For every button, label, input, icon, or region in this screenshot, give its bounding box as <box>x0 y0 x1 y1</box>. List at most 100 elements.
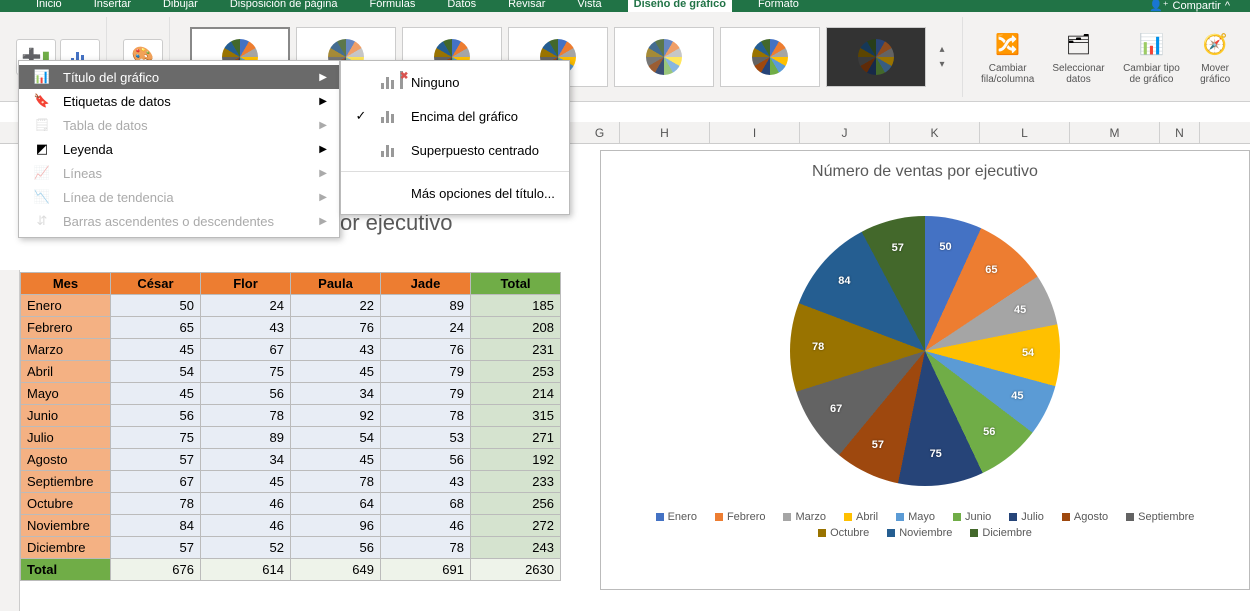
menu-item: 📈Líneas▶ <box>19 161 339 185</box>
table-row[interactable]: Enero50242289185 <box>21 295 561 317</box>
legend-swatch <box>844 513 852 521</box>
menu-item[interactable]: 🔖Etiquetas de datos▶ <box>19 89 339 113</box>
change-chart-type-button[interactable]: 📊 Cambiar tipo de gráfico <box>1115 25 1189 89</box>
chart-legend[interactable]: Enero Febrero Marzo Abril Mayo Junio Julio Agos… <box>601 501 1249 549</box>
change-type-icon: 📊 <box>1135 29 1167 61</box>
table-row[interactable]: Diciembre57525678243 <box>21 537 561 559</box>
move-chart-icon: 🧭 <box>1199 29 1231 61</box>
styles-scroll-down[interactable]: ▾ <box>939 59 944 70</box>
col-header-M[interactable]: M <box>1070 122 1160 143</box>
pie-data-label: 45 <box>1014 304 1026 316</box>
pie-plot-area[interactable]: 506545544556755767788457 <box>775 201 1075 501</box>
th-flor[interactable]: Flor <box>201 273 291 295</box>
chart-style-6[interactable] <box>720 27 820 87</box>
table-row[interactable]: Junio56789278315 <box>21 405 561 427</box>
pie-data-label: 65 <box>985 264 997 276</box>
menu-item: 📉Línea de tendencia▶ <box>19 185 339 209</box>
col-header-N[interactable]: N <box>1160 122 1200 143</box>
legend-item[interactable]: Agosto <box>1062 511 1108 523</box>
legend-swatch <box>887 529 895 537</box>
legend-swatch <box>970 529 978 537</box>
select-data-button[interactable]: 🗂 Seleccionar datos <box>1044 25 1112 89</box>
chart-title[interactable]: Número de ventas por ejecutivo <box>601 151 1249 181</box>
pie-data-label: 57 <box>872 439 884 451</box>
pie-data-label: 50 <box>939 241 951 253</box>
submenu-item[interactable]: ✓Encima del gráfico <box>341 99 569 133</box>
col-header-I[interactable]: I <box>710 122 800 143</box>
share-icon: 👤⁺ <box>1149 0 1169 12</box>
th-jade[interactable]: Jade <box>381 273 471 295</box>
table-row[interactable]: Julio75895453271 <box>21 427 561 449</box>
submenu-item[interactable]: Superpuesto centrado <box>341 133 569 167</box>
legend-item[interactable]: Junio <box>953 511 991 523</box>
table-total-row[interactable]: Total6766146496912630 <box>21 559 561 581</box>
menu-item[interactable]: 📊Título del gráfico▶ <box>19 65 339 89</box>
pie-data-label: 45 <box>1011 390 1023 402</box>
table-row[interactable]: Febrero65437624208 <box>21 317 561 339</box>
th-paula[interactable]: Paula <box>291 273 381 295</box>
table-row[interactable]: Abril54754579253 <box>21 361 561 383</box>
styles-scroll-up[interactable]: ▴ <box>939 44 944 55</box>
tab-inicio[interactable]: Inicio <box>30 0 68 12</box>
legend-item[interactable]: Julio <box>1009 511 1044 523</box>
table-row[interactable]: Marzo45674376231 <box>21 339 561 361</box>
switch-row-column-button[interactable]: 🔀 Cambiar fila/columna <box>973 25 1042 89</box>
table-row[interactable]: Septiembre67457843233 <box>21 471 561 493</box>
pie-data-label: 67 <box>830 403 842 415</box>
col-header-G[interactable]: G <box>580 122 620 143</box>
none-icon: ✖ <box>381 75 399 89</box>
legend-item[interactable]: Febrero <box>715 511 766 523</box>
tab-dibujar[interactable]: Dibujar <box>157 0 204 12</box>
pie-data-label: 54 <box>1022 347 1034 359</box>
legend-item[interactable]: Marzo <box>783 511 826 523</box>
share-button[interactable]: 👤⁺Compartir ^ <box>1149 0 1230 12</box>
chart-style-5[interactable] <box>614 27 714 87</box>
tab-insertar[interactable]: Insertar <box>88 0 137 12</box>
table-row[interactable]: Agosto57344556192 <box>21 449 561 471</box>
add-chart-element-menu[interactable]: 📊Título del gráfico▶🔖Etiquetas de datos▶… <box>18 60 340 238</box>
ribbon-tabs: Inicio Insertar Dibujar Disposición de p… <box>0 0 1250 12</box>
th-total[interactable]: Total <box>471 273 561 295</box>
menu-item-icon: ◩ <box>31 141 53 157</box>
tab-vista[interactable]: Vista <box>571 0 607 12</box>
pie-chart[interactable] <box>790 216 1060 486</box>
table-row[interactable]: Octubre78466468256 <box>21 493 561 515</box>
legend-swatch <box>1062 513 1070 521</box>
legend-item[interactable]: Diciembre <box>970 527 1032 539</box>
legend-item[interactable]: Abril <box>844 511 878 523</box>
legend-item[interactable]: Octubre <box>818 527 869 539</box>
table-header-row: Mes César Flor Paula Jade Total <box>21 273 561 295</box>
table-row[interactable]: Mayo45563479214 <box>21 383 561 405</box>
th-mes[interactable]: Mes <box>21 273 111 295</box>
chart-style-7[interactable] <box>826 27 926 87</box>
pie-data-label: 84 <box>838 275 850 287</box>
layout-option-icon <box>381 109 399 123</box>
pie-data-label: 56 <box>983 426 995 438</box>
menu-item-icon: 🔖 <box>31 93 53 109</box>
legend-item[interactable]: Septiembre <box>1126 511 1194 523</box>
pie-data-label: 78 <box>812 341 824 353</box>
tab-diseno-grafico[interactable]: Diseño de gráfico <box>628 0 732 12</box>
pie-data-label: 75 <box>930 448 942 460</box>
legend-item[interactable]: Mayo <box>896 511 935 523</box>
chart-title-submenu[interactable]: ✖Ninguno✓Encima del gráficoSuperpuesto c… <box>340 60 570 215</box>
col-header-J[interactable]: J <box>800 122 890 143</box>
tab-formato[interactable]: Formato <box>752 0 805 12</box>
legend-item[interactable]: Noviembre <box>887 527 952 539</box>
menu-item[interactable]: ◩Leyenda▶ <box>19 137 339 161</box>
tab-formulas[interactable]: Fórmulas <box>363 0 421 12</box>
move-chart-button[interactable]: 🧭 Mover gráfico <box>1190 25 1240 89</box>
submenu-more-options[interactable]: Más opciones del título... <box>341 176 569 210</box>
tab-revisar[interactable]: Revisar <box>502 0 551 12</box>
legend-swatch <box>783 513 791 521</box>
col-header-H[interactable]: H <box>620 122 710 143</box>
col-header-K[interactable]: K <box>890 122 980 143</box>
th-cesar[interactable]: César <box>111 273 201 295</box>
col-header-L[interactable]: L <box>980 122 1070 143</box>
tab-datos[interactable]: Datos <box>441 0 482 12</box>
table-row[interactable]: Noviembre84469646272 <box>21 515 561 537</box>
legend-item[interactable]: Enero <box>656 511 697 523</box>
tab-disposicion[interactable]: Disposición de página <box>224 0 344 12</box>
embedded-chart[interactable]: Número de ventas por ejecutivo 50 65 45 54 4… <box>600 150 1250 590</box>
submenu-item[interactable]: ✖Ninguno <box>341 65 569 99</box>
